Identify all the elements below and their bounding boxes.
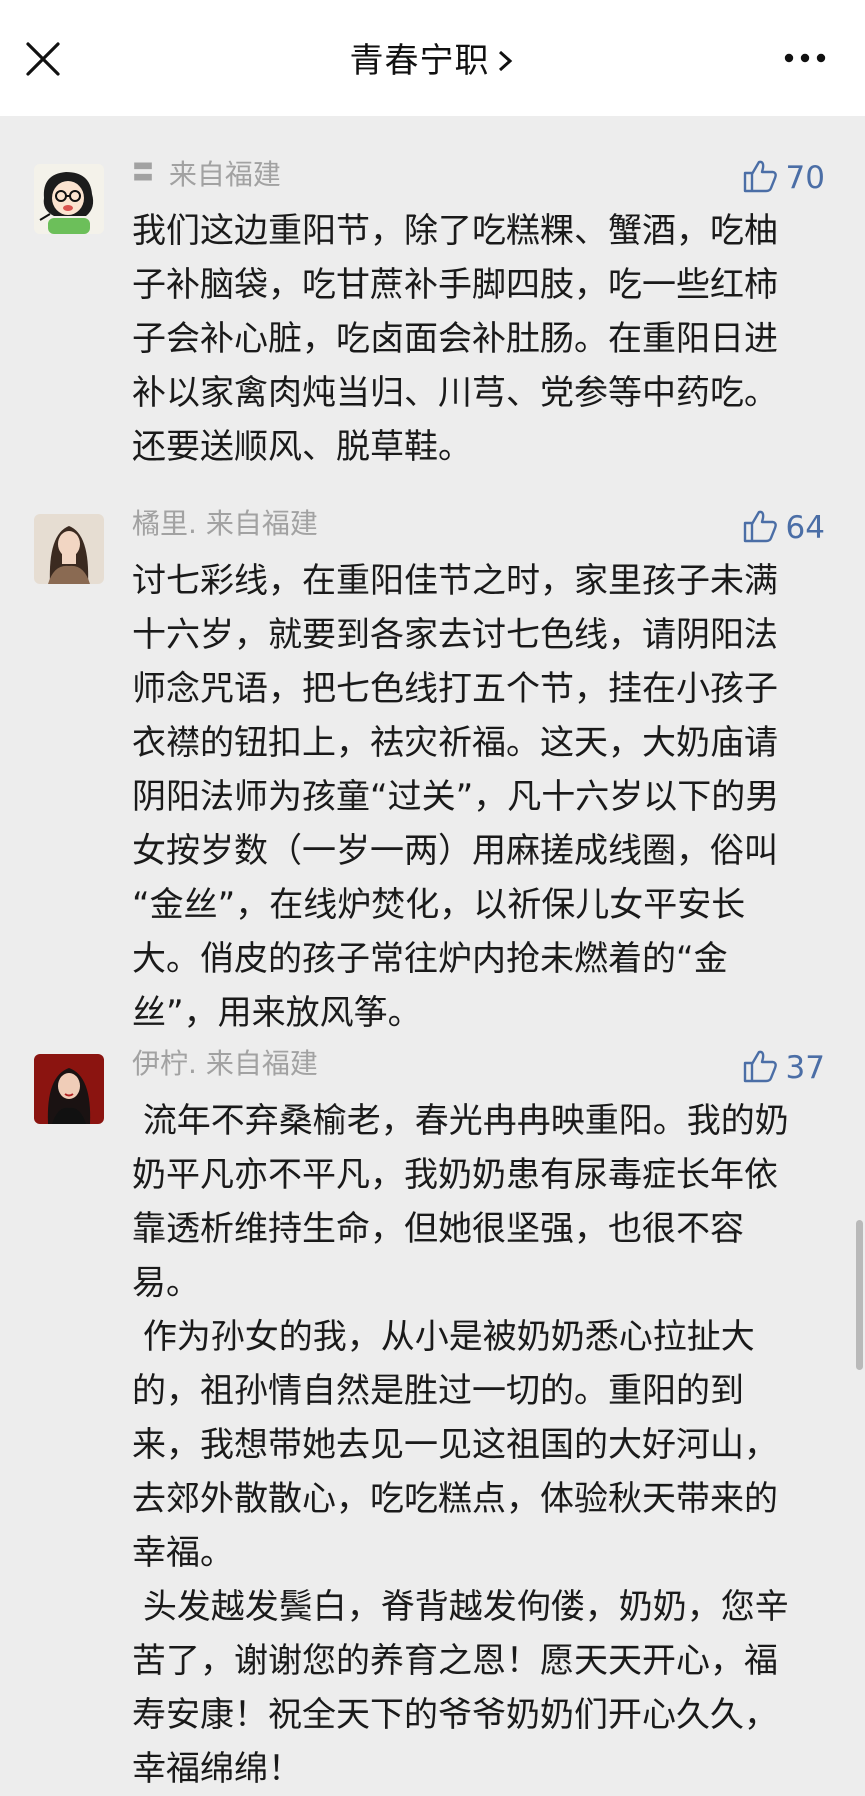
commenter-name: 橘里. <box>132 507 197 540</box>
commenter-location: 来自福建 <box>205 507 318 540</box>
like-button[interactable]: 64 <box>742 506 825 550</box>
comment-text: 我们这边重阳节，除了吃糕粿、蟹酒，吃柚 子补脑袋，吃甘蔗补手脚四肢，吃一些红柿 … <box>132 211 778 467</box>
commenter-location: 来自福建 <box>205 1047 318 1080</box>
commenter-name: 伊柠. <box>132 1047 197 1080</box>
comment-text: 讨七彩线，在重阳佳节之时，家里孩子未满 十六岁，就要到各家去讨七色线，请阴阳法 … <box>132 561 780 1033</box>
top-bar: 青春宁职 <box>0 0 865 116</box>
account-title-link[interactable]: 青春宁职 <box>0 36 865 86</box>
commenter-location: 来自福建 <box>168 158 281 191</box>
cartoon-girl-avatar[interactable] <box>34 164 104 234</box>
thumbs-up-icon <box>742 158 778 198</box>
page-title: 青春宁职 <box>349 41 490 81</box>
comment-meta: 橘里. 来自福建 <box>132 504 318 544</box>
woman-photo-avatar[interactable] <box>34 514 104 584</box>
thumbs-up-icon <box>742 508 778 548</box>
scrollbar[interactable] <box>856 1220 863 1370</box>
comment-meta: 〓 来自福建 <box>132 154 281 194</box>
like-button[interactable]: 37 <box>742 1046 825 1090</box>
like-count: 70 <box>785 160 825 196</box>
more-dots-icon[interactable] <box>780 46 830 70</box>
like-button[interactable]: 70 <box>742 156 825 200</box>
thumbs-up-icon <box>742 1048 778 1088</box>
like-count: 37 <box>785 1050 825 1086</box>
comment-meta: 伊柠. 来自福建 <box>132 1044 318 1084</box>
like-count: 64 <box>785 510 825 546</box>
comment-text: 流年不弃桑榆老，春光冉冉映重阳。我的奶 奶平凡亦不平凡，我奶奶患有尿毒症长年依 … <box>132 1101 789 1789</box>
woman-red-background-avatar[interactable] <box>34 1054 104 1124</box>
chevron-right-icon <box>494 36 516 90</box>
nickname-glyph: 〓 <box>132 161 155 186</box>
